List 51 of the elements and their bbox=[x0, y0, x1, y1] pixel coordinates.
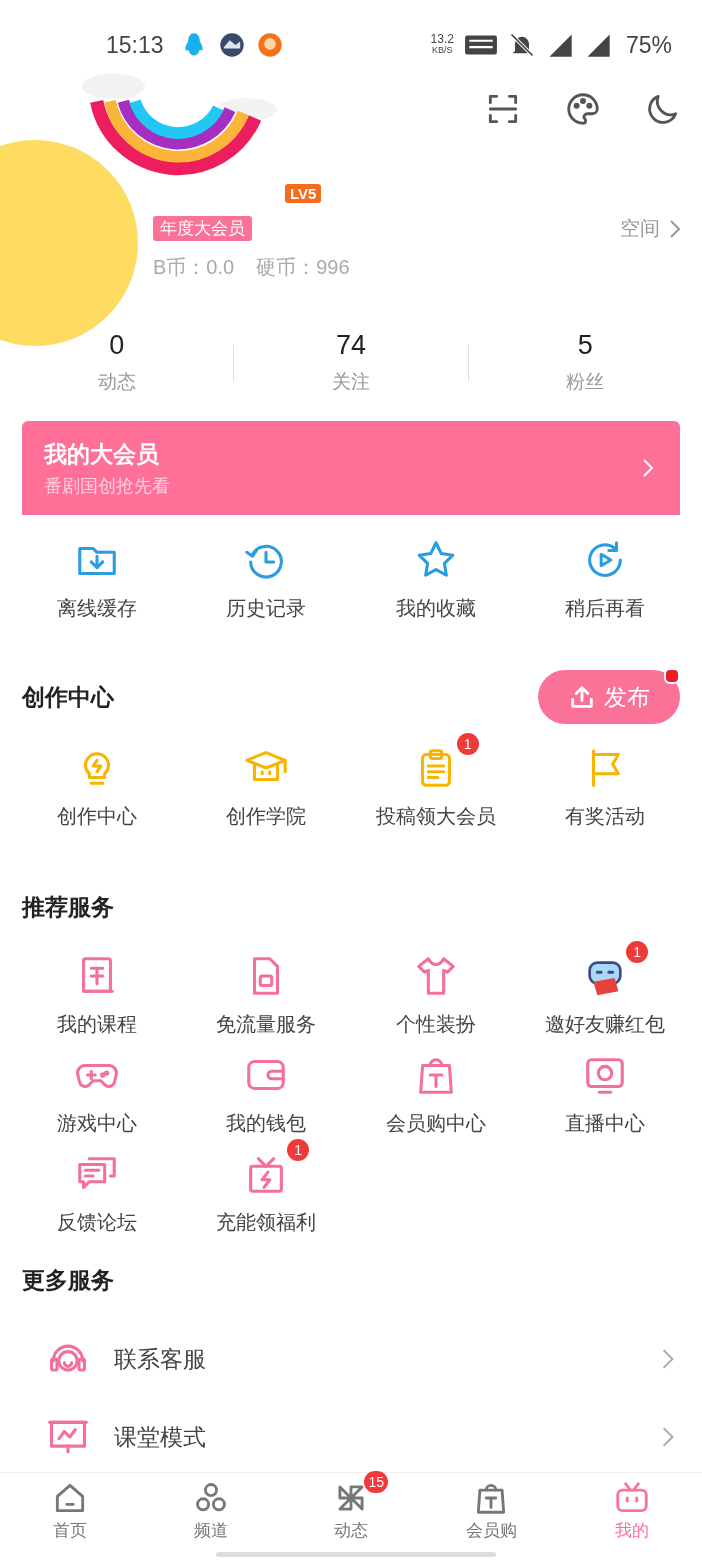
vip-title: 我的大会员 bbox=[44, 439, 160, 469]
tab-item[interactable]: 15 动态 bbox=[305, 1473, 396, 1542]
shortcut-label[interactable]: 我的钱包 bbox=[226, 1110, 307, 1137]
stat-count[interactable]: 5 bbox=[577, 330, 593, 361]
section-title: 创作中心 bbox=[22, 682, 114, 712]
shortcut-label[interactable]: 充能领福利 bbox=[216, 1209, 317, 1236]
shortcut-label[interactable]: 离线缓存 bbox=[56, 595, 137, 622]
shortcut-label[interactable]: 直播中心 bbox=[565, 1110, 646, 1137]
b-coin-balance: B币：0.0 bbox=[153, 255, 235, 280]
coin-balance: 硬币：996 bbox=[256, 255, 350, 280]
vip-subtitle: 番剧国创抢先看 bbox=[44, 474, 170, 498]
menu-item[interactable]: 课堂模式 bbox=[114, 1421, 638, 1453]
shortcut-label[interactable]: 创作学院 bbox=[226, 803, 307, 830]
status-time: 15:13 bbox=[106, 31, 164, 59]
battery-level: 75% bbox=[625, 31, 672, 59]
tab-item[interactable]: 频道 bbox=[165, 1473, 256, 1542]
shortcut-label[interactable]: 个性装扮 bbox=[395, 1011, 476, 1038]
shortcut-label[interactable]: 稍后再看 bbox=[565, 595, 646, 622]
tab-item[interactable]: 会员购 bbox=[446, 1473, 537, 1542]
count-badge: 1 bbox=[626, 941, 649, 963]
network-speed: 13.2 KB/S bbox=[430, 34, 454, 56]
section-title: 更多服务 bbox=[22, 1265, 114, 1295]
chevron-icon bbox=[662, 1427, 674, 1447]
shortcut-label[interactable]: 会员购中心 bbox=[385, 1110, 486, 1137]
section-title: 推荐服务 bbox=[22, 892, 114, 922]
count-badge: 1 bbox=[287, 1139, 310, 1161]
menu-item[interactable]: 联系客服 bbox=[114, 1343, 638, 1375]
stat-count[interactable]: 0 bbox=[109, 330, 125, 361]
chevron-icon bbox=[662, 1349, 674, 1369]
shortcut-label[interactable]: 我的收藏 bbox=[395, 595, 476, 622]
stat-count[interactable]: 74 bbox=[335, 330, 366, 361]
shortcut-label[interactable]: 邀好友赚红包 bbox=[545, 1011, 666, 1038]
count-badge: 1 bbox=[456, 733, 479, 755]
upload-icon bbox=[568, 683, 596, 711]
vip-tag: 年度大会员 bbox=[153, 216, 252, 241]
palette-icon[interactable] bbox=[564, 90, 602, 128]
shortcut-label[interactable]: 免流量服务 bbox=[216, 1011, 317, 1038]
shortcut-label[interactable]: 反馈论坛 bbox=[56, 1209, 137, 1236]
app-icon bbox=[255, 31, 284, 59]
chevron-icon bbox=[670, 219, 680, 238]
level-badge: LV5 bbox=[285, 184, 322, 203]
shortcut-label[interactable]: 创作中心 bbox=[56, 803, 137, 830]
app-icon bbox=[217, 31, 246, 59]
shortcut-label[interactable]: 历史记录 bbox=[226, 595, 307, 622]
shortcut-label[interactable]: 有奖活动 bbox=[565, 803, 646, 830]
chevron-icon bbox=[642, 458, 654, 478]
tab-item[interactable]: 首页 bbox=[25, 1473, 116, 1542]
count-badge: 15 bbox=[364, 1471, 388, 1493]
shortcut-label[interactable]: 我的课程 bbox=[56, 1011, 137, 1038]
shortcut-label[interactable]: 游戏中心 bbox=[56, 1110, 137, 1137]
shortcut-label[interactable]: 投稿领大会员 bbox=[375, 803, 496, 830]
